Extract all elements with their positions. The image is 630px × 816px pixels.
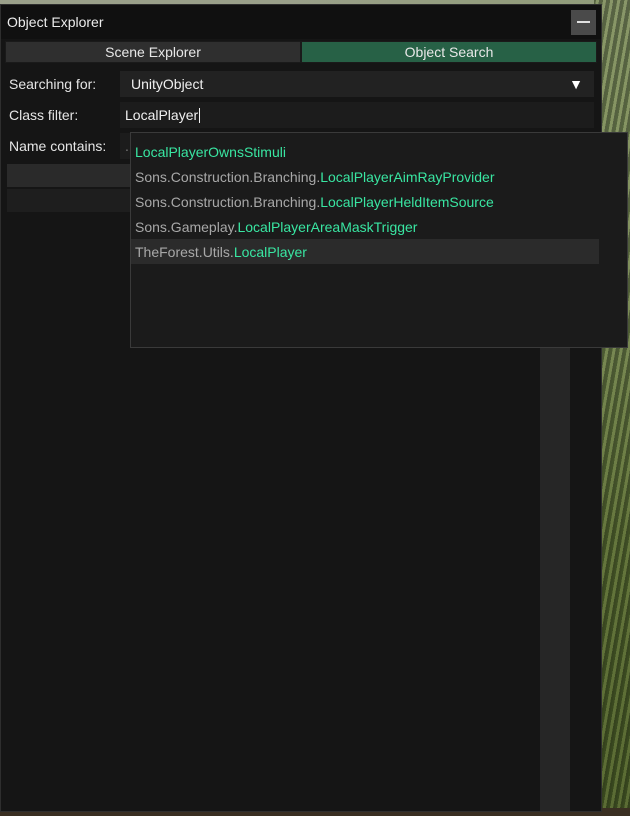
suggestion-namespace: Sons.Gameplay. (135, 218, 238, 235)
suggestion-namespace: TheForest.Utils. (135, 243, 234, 260)
suggestion-item[interactable]: Sons.Construction.Branching. LocalPlayerA… (131, 164, 599, 189)
suggestions-scrollbar[interactable] (600, 133, 627, 347)
searching-for-label: Searching for: (9, 76, 97, 92)
minus-icon (577, 21, 590, 23)
suggestion-namespace: Sons.Construction.Branching. (135, 193, 321, 210)
suggestion-item[interactable]: LocalPlayerOwnsStimuli (131, 139, 599, 164)
suggestion-item[interactable]: Sons.Construction.Branching. LocalPlayerH… (131, 189, 599, 214)
suggestion-class: LocalPlayerHeldItemSource (320, 193, 494, 210)
class-suggestions-popup: LocalPlayerOwnsStimuli Sons.Construction… (130, 132, 628, 348)
suggestion-class: LocalPlayerAimRayProvider (320, 168, 495, 185)
suggestion-class: LocalPlayerAreaMaskTrigger (237, 218, 418, 235)
suggestion-item[interactable]: Sons.Gameplay. LocalPlayerAreaMaskTrigger (131, 214, 599, 239)
suggestion-item-selected[interactable]: TheForest.Utils. LocalPlayer (131, 239, 599, 264)
searching-for-value: UnityObject (131, 76, 204, 92)
suggestion-class: LocalPlayer (233, 243, 307, 260)
tab-scene-explorer[interactable]: Scene Explorer (5, 41, 301, 63)
tab-object-search[interactable]: Object Search (301, 41, 597, 63)
name-contains-label: Name contains: (9, 138, 107, 154)
searching-for-row: Searching for: UnityObject ▼ (5, 71, 597, 97)
triangle-down-icon: ▼ (569, 76, 583, 92)
class-filter-input[interactable]: LocalPlayer (120, 102, 594, 128)
window-titlebar[interactable]: Object Explorer (1, 5, 601, 39)
window-title: Object Explorer (7, 14, 104, 30)
suggestion-namespace: Sons.Construction.Branching. (135, 168, 321, 185)
text-caret (199, 107, 201, 123)
object-explorer-window: Object Explorer Scene Explorer Object Se… (0, 4, 602, 812)
suggestion-class: LocalPlayerOwnsStimuli (135, 143, 286, 160)
class-filter-row: Class filter: LocalPlayer (5, 102, 597, 128)
class-filter-label: Class filter: (9, 107, 79, 123)
explorer-tabs: Scene Explorer Object Search (5, 41, 597, 63)
minimize-button[interactable] (571, 9, 596, 35)
class-filter-value: LocalPlayer (125, 107, 199, 123)
searching-for-dropdown[interactable]: UnityObject ▼ (120, 71, 594, 97)
